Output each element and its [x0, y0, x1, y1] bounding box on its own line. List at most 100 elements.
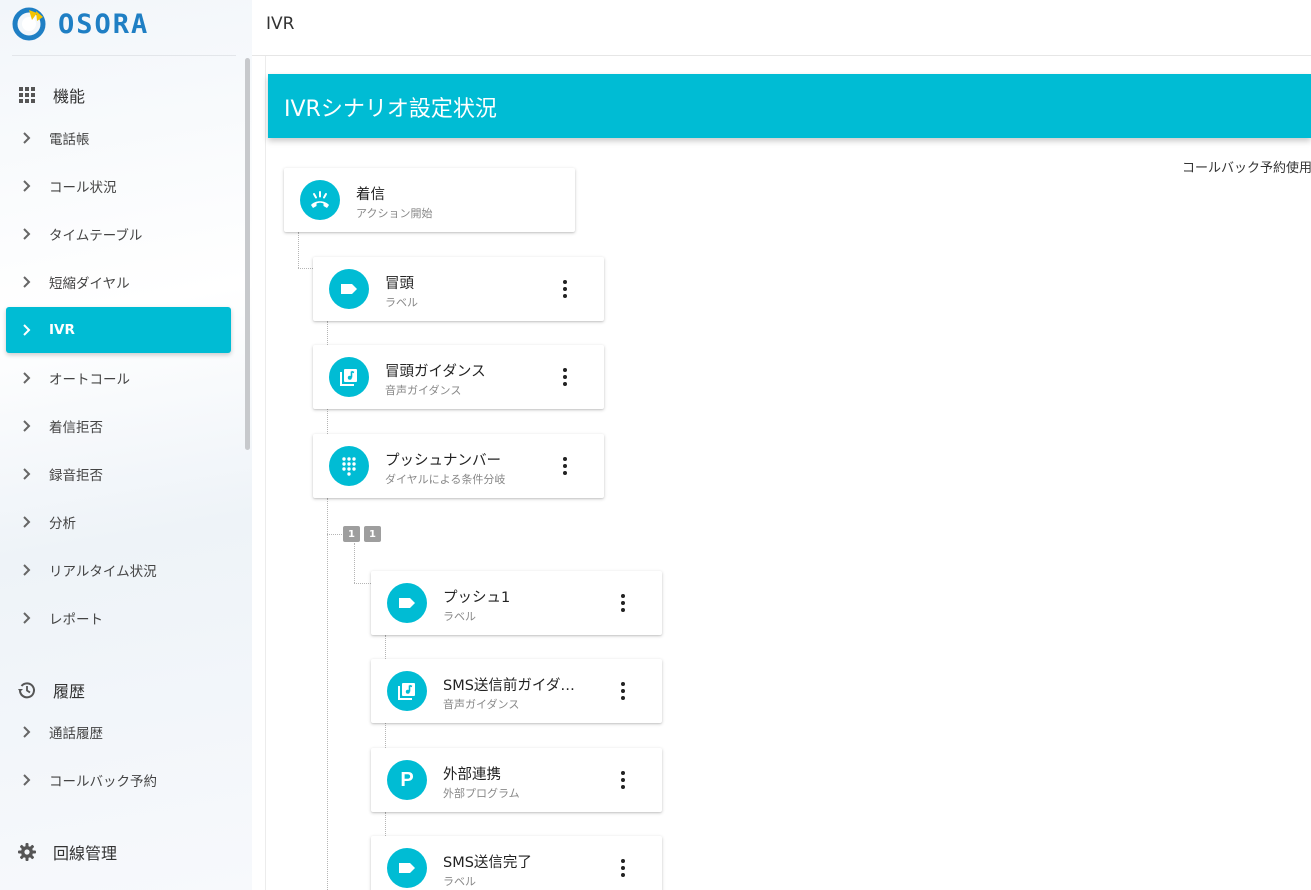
topbar: IVR [252, 0, 1311, 56]
label-icon [387, 848, 427, 888]
sidebar-item-phonebook[interactable]: 電話帳 [6, 115, 231, 161]
sidebar-item-timetable[interactable]: タイムテーブル [6, 211, 231, 257]
tree-connector [385, 635, 386, 659]
ivr-node-incoming[interactable]: 着信 アクション開始 [284, 168, 575, 232]
history-icon [16, 679, 38, 701]
tree-connector [327, 409, 328, 434]
node-title: 外部連携 [443, 767, 501, 783]
node-subtitle: ラベル [443, 875, 476, 888]
logo-text: OSORA [58, 8, 150, 40]
ivr-node-sms-sent[interactable]: SMS送信完了 ラベル [371, 836, 662, 890]
sidebar-item-label: タイムテーブル [49, 228, 143, 244]
node-title: 冒頭 [385, 276, 414, 292]
content-border [265, 56, 266, 890]
more-options-icon[interactable] [554, 278, 576, 300]
chevron-right-icon [22, 419, 34, 433]
header-banner: IVRシナリオ設定状況 [268, 74, 1311, 138]
tree-connector [354, 583, 371, 584]
sidebar-item-auto-call[interactable]: オートコール [6, 355, 231, 401]
sidebar-item-speed-dial[interactable]: 短縮ダイヤル [6, 259, 231, 305]
external-program-letter: P [400, 768, 414, 791]
page-title: IVR [266, 14, 295, 34]
chevron-right-icon [22, 725, 34, 739]
chevron-right-icon [22, 131, 34, 145]
sidebar-item-label: 着信拒否 [49, 420, 103, 436]
sidebar-item-realtime-status[interactable]: リアルタイム状況 [6, 547, 231, 593]
sidebar-item-label: コールバック予約 [49, 774, 157, 790]
group-history: 履歴 [16, 678, 85, 702]
more-options-icon[interactable] [554, 366, 576, 388]
ivr-node-opening[interactable]: 冒頭 ラベル [313, 257, 604, 321]
chevron-right-icon [22, 275, 34, 289]
tree-connector [298, 268, 313, 269]
node-subtitle: 音声ガイダンス [443, 698, 520, 711]
group-line-management: 回線管理 [16, 840, 117, 864]
sidebar-item-recording-block[interactable]: 録音拒否 [6, 451, 231, 497]
group-label: 履歴 [53, 682, 86, 701]
sidebar-item-call-history[interactable]: 通話履歴 [6, 709, 231, 755]
node-subtitle: ラベル [385, 296, 418, 309]
label-icon [329, 269, 369, 309]
node-title: 冒頭ガイダンス [385, 364, 486, 380]
chevron-right-icon [22, 515, 34, 529]
sidebar-item-report[interactable]: レポート [6, 595, 231, 641]
tree-connector [327, 534, 342, 535]
tree-connector [298, 232, 299, 268]
tree-connector [354, 543, 355, 583]
sidebar: OSORA 機能 電話帳 コール状況 タイムテーブル 短縮ダイヤル IVR オー… [0, 0, 252, 890]
callback-status-label: コールバック予約使用 [1182, 161, 1311, 176]
node-title: SMS送信完了 [443, 855, 532, 871]
sidebar-item-label: 通話履歴 [49, 726, 103, 742]
chevron-right-icon [22, 371, 34, 385]
chevron-right-icon [22, 467, 34, 481]
chevron-right-icon [22, 611, 34, 625]
sidebar-item-callback-reservation[interactable]: コールバック予約 [6, 757, 231, 803]
tree-connector [385, 812, 386, 836]
ivr-node-external-integration[interactable]: P 外部連携 外部プログラム [371, 748, 662, 812]
audio-guidance-icon [387, 671, 427, 711]
tree-connector [327, 321, 328, 345]
label-icon [387, 583, 427, 623]
incoming-call-icon [300, 180, 340, 220]
ivr-node-push-number[interactable]: プッシュナンバー ダイヤルによる条件分岐 [313, 434, 604, 498]
node-title: SMS送信前ガイダ… [443, 678, 575, 694]
sidebar-item-label: IVR [49, 322, 75, 338]
sidebar-item-label: コール状況 [49, 180, 117, 196]
node-title: プッシュナンバー [385, 453, 501, 469]
sidebar-item-call-status[interactable]: コール状況 [6, 163, 231, 209]
node-subtitle: 外部プログラム [443, 787, 520, 800]
chevron-right-icon [22, 323, 34, 337]
sidebar-item-ivr[interactable]: IVR [6, 307, 231, 353]
banner-title: IVRシナリオ設定状況 [284, 97, 497, 122]
more-options-icon[interactable] [612, 680, 634, 702]
sidebar-item-label: 分析 [49, 516, 76, 532]
branch-number-badge: 1 [364, 526, 381, 542]
sidebar-scrollbar[interactable] [245, 58, 250, 450]
group-label: 機能 [53, 87, 86, 106]
ivr-node-sms-pre-guidance[interactable]: SMS送信前ガイダ… 音声ガイダンス [371, 659, 662, 723]
chevron-right-icon [22, 179, 34, 193]
ivr-node-opening-guidance[interactable]: 冒頭ガイダンス 音声ガイダンス [313, 345, 604, 409]
sidebar-item-call-block[interactable]: 着信拒否 [6, 403, 231, 449]
more-options-icon[interactable] [612, 769, 634, 791]
sidebar-item-label: レポート [49, 612, 103, 628]
tree-connector [385, 723, 386, 748]
sidebar-item-analysis[interactable]: 分析 [6, 499, 231, 545]
more-options-icon[interactable] [554, 455, 576, 477]
branch-number-badge: 1 [343, 526, 360, 542]
sidebar-item-label: 録音拒否 [49, 468, 103, 484]
node-title: 着信 [356, 187, 385, 203]
node-subtitle: アクション開始 [356, 207, 433, 220]
dialpad-icon [329, 446, 369, 486]
more-options-icon[interactable] [612, 592, 634, 614]
ivr-node-push1[interactable]: プッシュ1 ラベル [371, 571, 662, 635]
sidebar-item-label: 短縮ダイヤル [49, 276, 130, 292]
logo[interactable]: OSORA [12, 6, 149, 42]
sidebar-item-label: 電話帳 [49, 132, 90, 148]
grid-icon [16, 84, 38, 106]
logo-divider [12, 55, 236, 56]
more-options-icon[interactable] [612, 857, 634, 879]
chevron-right-icon [22, 227, 34, 241]
chevron-right-icon [22, 563, 34, 577]
chevron-right-icon [22, 773, 34, 787]
